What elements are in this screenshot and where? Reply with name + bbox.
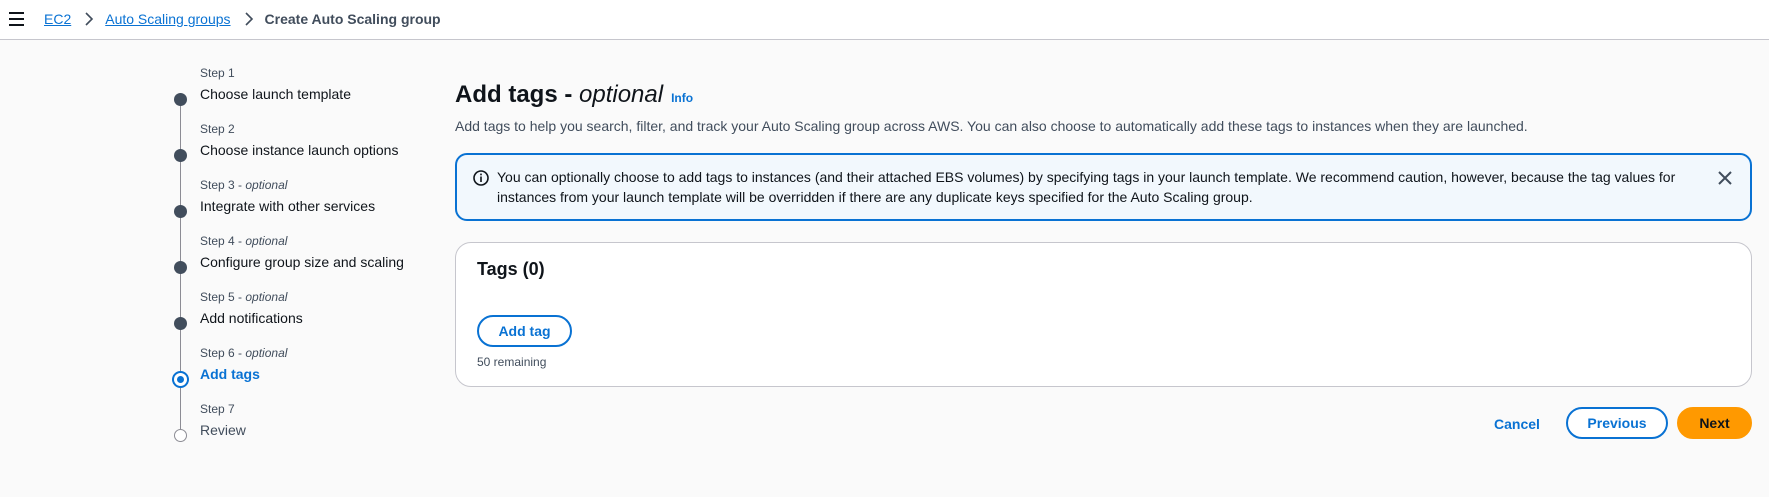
step-complete-icon [174, 149, 187, 162]
wizard-step-6[interactable]: Step 6 - optional Add tags [172, 346, 432, 429]
step-title: Integrate with other services [200, 198, 376, 214]
step-number: Step 5 - optional [200, 290, 288, 304]
step-current-icon [172, 371, 189, 388]
step-number: Step 6 - optional [200, 346, 288, 360]
next-button[interactable]: Next [1677, 407, 1752, 439]
wizard-step-3[interactable]: Step 3 - optional Integrate with other s… [172, 178, 432, 261]
page-title: Add tags - optional [455, 81, 664, 108]
chevron-right-icon [84, 12, 94, 26]
step-title: Choose instance launch options [200, 142, 399, 158]
step-title: Add tags [200, 366, 260, 382]
wizard-step-5[interactable]: Step 5 - optional Add notifications [172, 290, 432, 373]
add-tag-button[interactable]: Add tag [477, 315, 572, 347]
wizard-actions: Cancel Previous Next [455, 407, 1752, 440]
breadcrumb-current: Create Auto Scaling group [264, 11, 441, 27]
step-number: Step 2 [200, 122, 235, 136]
menu-icon[interactable] [8, 11, 26, 27]
tags-container: Tags (0) Add tag 50 remaining [455, 242, 1752, 387]
wizard-step-1[interactable]: Step 1 Choose launch template [172, 66, 432, 149]
page-header: Add tags - optional Info [455, 80, 1752, 110]
cancel-button[interactable]: Cancel [1482, 407, 1552, 440]
step-title: Configure group size and scaling [200, 254, 404, 270]
step-complete-icon [174, 93, 187, 106]
step-title: Choose launch template [200, 86, 351, 102]
close-icon[interactable] [1716, 169, 1734, 187]
step-title: Add notifications [200, 310, 303, 326]
page-description: Add tags to help you search, filter, and… [455, 118, 1528, 134]
info-link[interactable]: Info [671, 91, 693, 105]
step-number: Step 1 [200, 66, 235, 80]
wizard-step-4[interactable]: Step 4 - optional Configure group size a… [172, 234, 432, 317]
main-content: Add tags - optional Info Add tags to hel… [455, 80, 1752, 439]
alert-message: You can optionally choose to add tags to… [497, 169, 1676, 205]
wizard-step-2[interactable]: Step 2 Choose instance launch options [172, 122, 432, 205]
step-complete-icon [174, 317, 187, 330]
step-number: Step 4 - optional [200, 234, 288, 248]
chevron-right-icon [244, 12, 254, 26]
breadcrumb-ec2[interactable]: EC2 [44, 11, 71, 27]
breadcrumb: EC2 Auto Scaling groups Create Auto Scal… [44, 11, 441, 27]
step-pending-icon [174, 429, 187, 442]
wizard-step-7: Step 7 Review [172, 402, 432, 458]
tags-header: Tags (0) [477, 259, 545, 279]
wizard-steps: Step 1 Choose launch template Step 2 Cho… [172, 66, 432, 458]
step-number: Step 3 - optional [200, 178, 288, 192]
top-navigation-bar: EC2 Auto Scaling groups Create Auto Scal… [0, 0, 1769, 40]
info-icon [472, 169, 490, 187]
step-title: Review [200, 422, 246, 438]
step-complete-icon [174, 261, 187, 274]
step-complete-icon [174, 205, 187, 218]
breadcrumb-auto-scaling-groups[interactable]: Auto Scaling groups [105, 11, 230, 27]
info-alert: You can optionally choose to add tags to… [455, 153, 1752, 221]
step-number: Step 7 [200, 402, 235, 416]
previous-button[interactable]: Previous [1566, 407, 1668, 439]
tags-remaining: 50 remaining [477, 355, 547, 369]
